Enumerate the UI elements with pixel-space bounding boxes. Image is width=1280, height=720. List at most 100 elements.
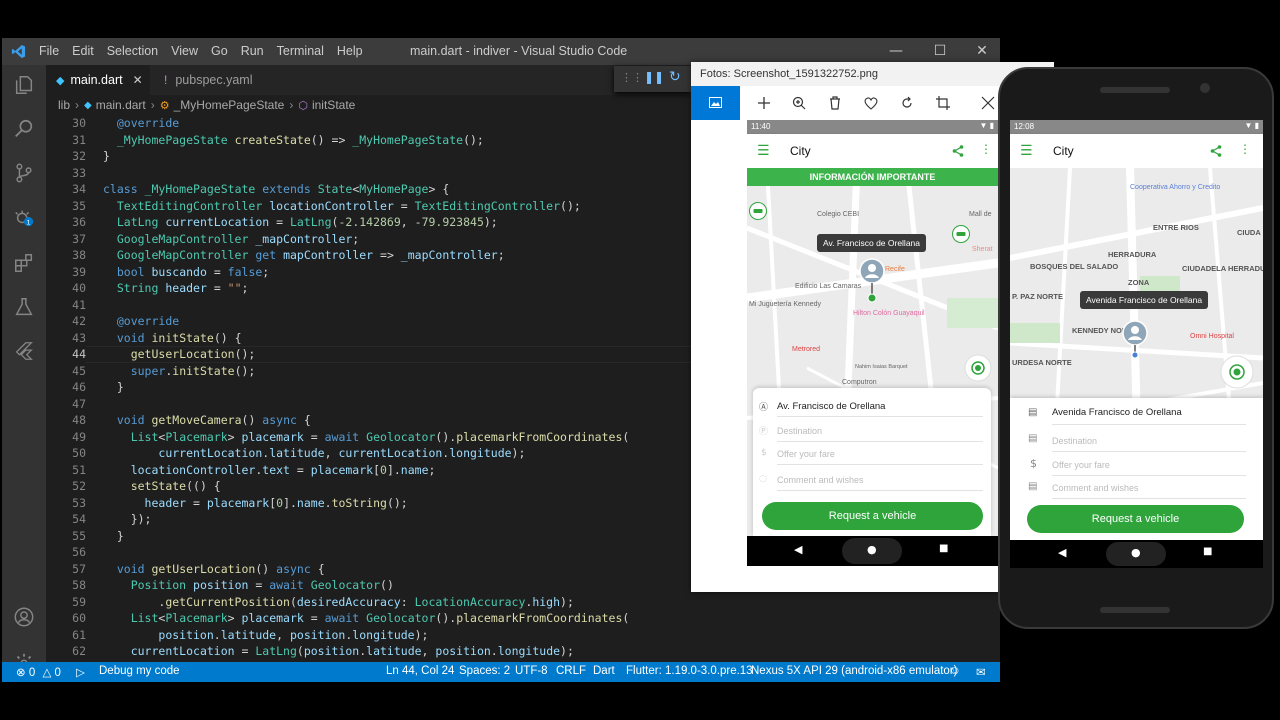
menu-hamburger-icon[interactable]: ☰ <box>757 143 770 159</box>
run-debug-icon[interactable]: 1 <box>12 205 36 229</box>
code-line[interactable]: position.latitude, position.longitude); <box>103 627 692 644</box>
breadcrumb-lib[interactable]: lib <box>58 98 70 112</box>
code-line[interactable]: .getCurrentPosition(desiredAccuracy: Loc… <box>103 594 692 611</box>
favorite-heart-icon[interactable] <box>862 94 880 112</box>
destination-field[interactable]: Destination <box>777 426 983 442</box>
info-banner[interactable]: INFORMACIÓN IMPORTANTE <box>747 168 998 186</box>
menu-terminal[interactable]: Terminal <box>277 44 324 58</box>
code-line[interactable]: TextEditingController locationController… <box>103 198 692 215</box>
code-line[interactable]: ​ <box>103 165 692 182</box>
device-selector[interactable]: Nexus 5X API 29 (android-x86 emulator) <box>751 665 957 677</box>
delete-icon[interactable] <box>826 94 844 112</box>
add-icon[interactable] <box>755 94 773 112</box>
user-pin-icon[interactable] <box>1122 320 1148 360</box>
nav-home-icon[interactable]: ● <box>867 543 877 556</box>
more-vert-icon[interactable]: ⋮ <box>980 142 992 156</box>
breadcrumb-class[interactable]: _MyHomePageState <box>174 98 285 112</box>
code-line[interactable]: } <box>103 379 692 396</box>
code-line[interactable]: currentLocation.latitude, currentLocatio… <box>103 445 692 462</box>
indentation[interactable]: Spaces: 2 <box>459 665 510 677</box>
request-vehicle-button[interactable]: Request a vehicle <box>1027 505 1244 533</box>
code-line[interactable]: ​ <box>103 544 692 561</box>
my-location-button[interactable] <box>1220 355 1254 389</box>
code-line[interactable]: Position position = await Geolocator() <box>103 577 692 594</box>
nav-back-icon[interactable]: ◀ <box>1058 546 1066 559</box>
debug-config[interactable]: Debug my code <box>99 665 180 677</box>
tab-pubspec-yaml[interactable]: ! pubspec.yaml <box>150 65 266 95</box>
share-icon[interactable] <box>1210 145 1222 157</box>
code-line[interactable]: void getUserLocation() async { <box>103 561 692 578</box>
code-line[interactable]: locationController.text = placemark[0].n… <box>103 462 692 479</box>
search-icon[interactable] <box>12 117 36 141</box>
debug-play-icon[interactable]: ▷ <box>76 665 85 679</box>
breadcrumb-file[interactable]: main.dart <box>96 98 146 112</box>
code-line[interactable]: super.initState(); <box>103 363 692 380</box>
code-line[interactable]: @override <box>103 313 692 330</box>
crop-icon[interactable] <box>934 94 952 112</box>
code-line[interactable]: } <box>103 528 692 545</box>
code-line[interactable]: LatLng currentLocation = LatLng(-2.14286… <box>103 214 692 231</box>
extensions-icon[interactable] <box>12 251 36 275</box>
explorer-icon[interactable] <box>12 73 36 97</box>
nav-back-icon[interactable]: ◀ <box>794 543 802 556</box>
user-pin-icon[interactable] <box>859 258 885 303</box>
tab-main-dart[interactable]: ◆ main.dart ✕ <box>46 65 150 95</box>
breadcrumb-method[interactable]: initState <box>312 98 355 112</box>
code-line[interactable]: currentLocation = LatLng(position.latitu… <box>103 643 692 660</box>
origin-field[interactable]: Av. Francisco de Orellana <box>777 401 983 417</box>
pause-icon[interactable]: ❚❚ <box>644 70 664 84</box>
encoding[interactable]: UTF-8 <box>515 665 548 677</box>
problems-indicator[interactable]: ⊗ 0 △ 0 <box>16 665 61 679</box>
code-line[interactable]: List<Placemark> placemark = await Geoloc… <box>103 429 692 446</box>
drag-handle-icon[interactable]: ⋮⋮ <box>621 71 643 84</box>
menu-view[interactable]: View <box>171 44 198 58</box>
code-line[interactable]: }); <box>103 511 692 528</box>
request-vehicle-button[interactable]: Request a vehicle <box>762 502 983 530</box>
comment-field[interactable]: Comment and wishes <box>1052 483 1246 499</box>
menu-run[interactable]: Run <box>241 44 264 58</box>
minimize-icon[interactable]: — <box>886 41 906 61</box>
code-line[interactable]: void getMoveCamera() async { <box>103 412 692 429</box>
code-line[interactable]: @override <box>103 115 692 132</box>
menu-file[interactable]: File <box>39 44 59 58</box>
more-vert-icon[interactable]: ⋮ <box>1239 142 1251 156</box>
code-line[interactable]: _MyHomePageState createState() => _MyHom… <box>103 132 692 149</box>
code-line[interactable]: ​ <box>103 297 692 314</box>
menu-edit[interactable]: Edit <box>72 44 94 58</box>
nav-recents-icon[interactable]: ■ <box>1203 546 1212 557</box>
source-control-icon[interactable] <box>12 161 36 185</box>
maximize-icon[interactable]: ☐ <box>930 41 950 61</box>
code-line[interactable]: GoogleMapController get mapController =>… <box>103 247 692 264</box>
fare-field[interactable]: Offer your fare <box>777 449 983 465</box>
nav-recents-icon[interactable]: ■ <box>939 543 948 554</box>
code-line[interactable]: GoogleMapController _mapController; <box>103 231 692 248</box>
code-line[interactable]: bool buscando = false; <box>103 264 692 281</box>
emulator-screen[interactable]: 12:08 ▼ ▮ ☰ City ⋮ Cooperativa Ahorro y … <box>1010 120 1263 568</box>
flutter-version[interactable]: Flutter: 1.19.0-3.0.pre.13 <box>626 665 753 677</box>
menu-hamburger-icon[interactable]: ☰ <box>1020 143 1033 159</box>
testing-flask-icon[interactable] <box>12 295 36 319</box>
notifications-bell-icon[interactable]: ✉ <box>976 665 986 679</box>
my-location-button[interactable] <box>964 354 992 382</box>
close-window-icon[interactable]: ✕ <box>972 41 992 61</box>
zoom-icon[interactable] <box>790 94 808 112</box>
rotate-icon[interactable] <box>898 94 916 112</box>
account-icon[interactable] <box>12 605 36 629</box>
feedback-icon[interactable]: ☺ <box>949 665 961 677</box>
edit-tools-icon[interactable] <box>979 94 997 112</box>
code-line[interactable]: void initState() { <box>103 330 692 347</box>
code-line[interactable]: getUserLocation(); <box>103 346 692 363</box>
code-line[interactable]: String header = ""; <box>103 280 692 297</box>
line-ending[interactable]: CRLF <box>556 665 586 677</box>
close-tab-icon[interactable]: ✕ <box>133 73 143 87</box>
code-line[interactable]: header = placemark[0].name.toString(); <box>103 495 692 512</box>
code-editor[interactable]: 30 31 32 33 34 35 36 37 38 39 40 41 42 43 44 45 46 47 48 49… <box>46 115 692 662</box>
comment-field[interactable]: Comment and wishes <box>777 475 983 491</box>
code-line[interactable]: } <box>103 148 692 165</box>
menu-help[interactable]: Help <box>337 44 363 58</box>
menu-selection[interactable]: Selection <box>107 44 158 58</box>
code-line[interactable]: ​ <box>103 396 692 413</box>
origin-field[interactable]: Avenida Francisco de Orellana <box>1052 407 1246 425</box>
destination-field[interactable]: Destination <box>1052 436 1246 452</box>
code-line[interactable]: List<Placemark> placemark = await Geoloc… <box>103 610 692 627</box>
